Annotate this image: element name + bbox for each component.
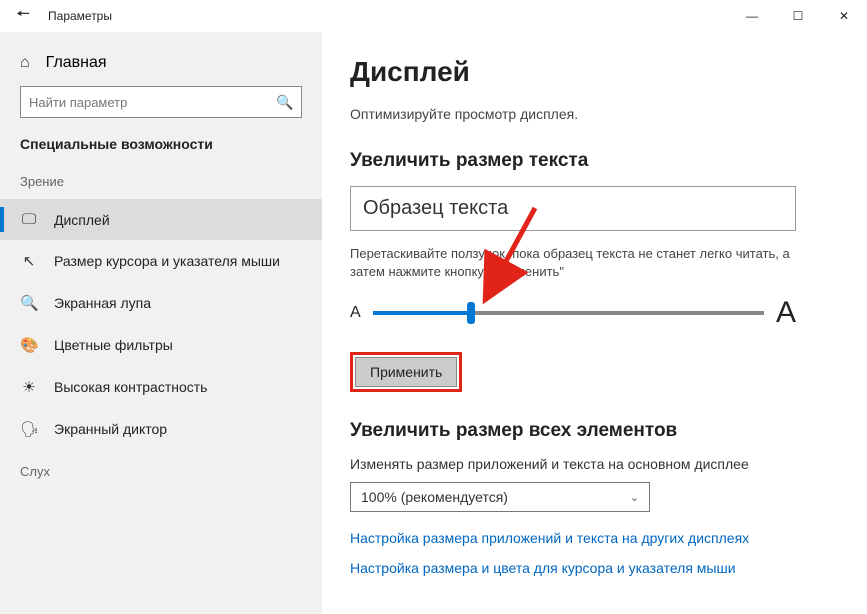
sidebar-item-label: Цветные фильтры xyxy=(54,337,173,353)
link-cursor-settings[interactable]: Настройка размера и цвета для курсора и … xyxy=(350,560,839,576)
cursor-icon: ↖ xyxy=(20,252,38,270)
sidebar: ⌂ Главная 🔍 Специальные возможности Зрен… xyxy=(0,32,322,614)
close-button[interactable]: ✕ xyxy=(821,0,867,32)
sidebar-item-magnifier[interactable]: 🔍 Экранная лупа xyxy=(0,282,322,324)
sidebar-item-display[interactable]: 🖵 Дисплей xyxy=(0,199,322,240)
page-subtitle: Оптимизируйте просмотр дисплея. xyxy=(350,106,839,122)
sidebar-group-vision: Зрение xyxy=(0,174,322,199)
home-nav[interactable]: ⌂ Главная xyxy=(0,48,322,86)
slider-label-big: A xyxy=(776,296,796,330)
magnifier-icon: 🔍 xyxy=(20,294,38,312)
content-area: Дисплей Оптимизируйте просмотр дисплея. … xyxy=(322,32,867,614)
display-icon: 🖵 xyxy=(20,211,38,228)
sidebar-item-narrator[interactable]: 🗣 Экранный диктор xyxy=(0,408,322,450)
text-size-slider-row: A A xyxy=(350,296,796,330)
sidebar-item-label: Экранный диктор xyxy=(54,421,167,437)
sidebar-item-label: Дисплей xyxy=(54,212,110,228)
scale-dropdown-value: 100% (рекомендуется) xyxy=(361,489,508,505)
home-icon: ⌂ xyxy=(20,54,30,72)
sidebar-item-high-contrast[interactable]: ☀ Высокая контрастность xyxy=(0,366,322,408)
text-size-slider[interactable] xyxy=(373,311,764,315)
palette-icon: 🎨 xyxy=(20,336,38,354)
sidebar-item-cursor[interactable]: ↖ Размер курсора и указателя мыши xyxy=(0,240,322,282)
apply-button[interactable]: Применить xyxy=(355,357,457,387)
slider-label-small: A xyxy=(350,304,361,322)
search-icon[interactable]: 🔍 xyxy=(269,94,301,111)
page-title: Дисплей xyxy=(350,56,839,88)
maximize-button[interactable]: ☐ xyxy=(775,0,821,32)
sidebar-item-label: Экранная лупа xyxy=(54,295,151,311)
back-icon[interactable]: 🠔 xyxy=(16,3,30,30)
narrator-icon: 🗣 xyxy=(20,420,38,438)
sidebar-item-color-filters[interactable]: 🎨 Цветные фильтры xyxy=(0,324,322,366)
contrast-icon: ☀ xyxy=(20,378,38,396)
sidebar-group-hearing: Слух xyxy=(0,450,322,479)
minimize-button[interactable]: — xyxy=(729,0,775,32)
all-elements-header: Увеличить размер всех элементов xyxy=(350,420,839,442)
apply-highlight: Применить xyxy=(350,352,462,392)
home-label: Главная xyxy=(46,54,107,72)
search-input[interactable] xyxy=(21,95,269,110)
titlebar: 🠔 Параметры — ☐ ✕ xyxy=(0,0,867,32)
sidebar-category-header: Специальные возможности xyxy=(0,136,322,174)
chevron-down-icon: ⌄ xyxy=(630,491,639,504)
sidebar-item-label: Высокая контрастность xyxy=(54,379,207,395)
link-other-displays[interactable]: Настройка размера приложений и текста на… xyxy=(350,530,839,546)
scale-dropdown[interactable]: 100% (рекомендуется) ⌄ xyxy=(350,482,650,512)
search-box[interactable]: 🔍 xyxy=(20,86,302,118)
window-title: Параметры xyxy=(48,9,112,23)
text-size-header: Увеличить размер текста xyxy=(350,150,839,172)
slider-help-text: Перетаскивайте ползунок, пока образец те… xyxy=(350,245,796,280)
scale-dropdown-label: Изменять размер приложений и текста на о… xyxy=(350,456,839,472)
sidebar-item-label: Размер курсора и указателя мыши xyxy=(54,253,280,269)
slider-fill xyxy=(373,311,471,315)
sample-text-box: Образец текста xyxy=(350,186,796,231)
slider-thumb[interactable] xyxy=(467,302,475,324)
